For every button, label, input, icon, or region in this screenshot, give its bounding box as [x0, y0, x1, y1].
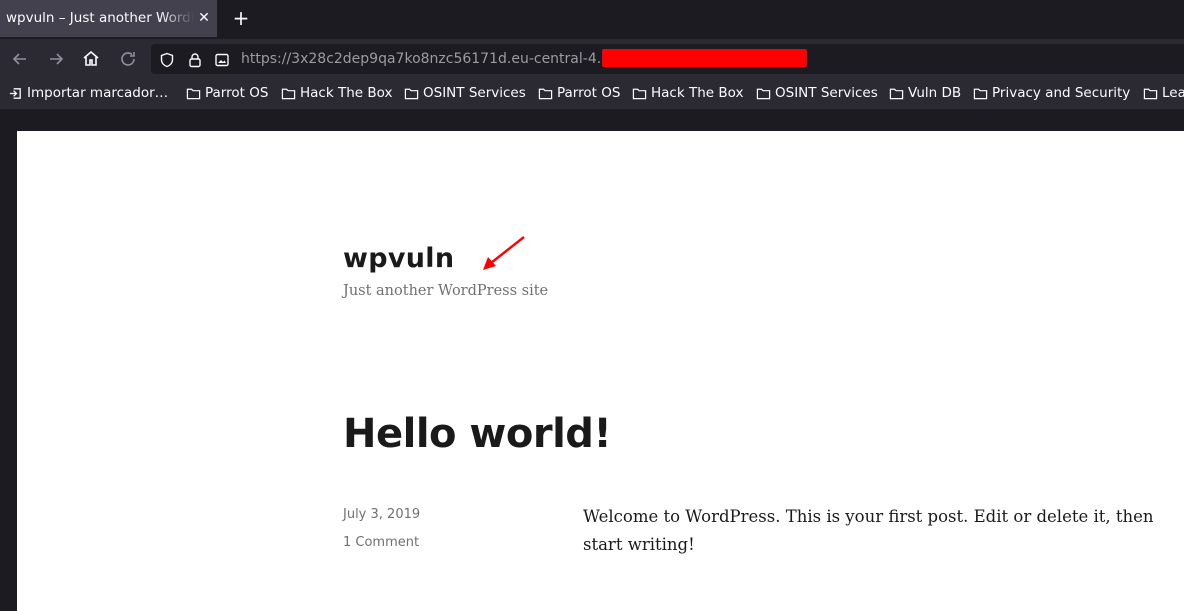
tab-strip: wpvuln – Just another WordPress site ✕ + — [0, 0, 1184, 39]
folder-icon — [889, 88, 904, 99]
url-text[interactable]: https://3x28c2dep9qa7ko8nzc56171d.eu-cen… — [241, 51, 601, 67]
shield-icon[interactable] — [159, 52, 175, 68]
reload-icon[interactable] — [118, 49, 138, 69]
folder-icon — [404, 88, 419, 99]
bookmark-label: OSINT Services — [423, 85, 526, 101]
bookmark-folder[interactable]: OSINT Services — [756, 85, 878, 101]
import-icon — [9, 87, 21, 99]
bookmark-folder[interactable]: Hack The Box — [281, 85, 392, 101]
folder-icon — [1143, 88, 1158, 99]
post-body: Welcome to WordPress. This is your first… — [583, 507, 1154, 554]
bookmark-folder[interactable]: Lea — [1143, 85, 1184, 101]
back-icon[interactable] — [10, 49, 30, 69]
post-date-link[interactable]: July 3, 2019 — [343, 507, 420, 522]
site-title-link[interactable]: wpvuln — [343, 243, 454, 274]
new-tab-icon[interactable]: + — [231, 8, 251, 28]
forward-icon[interactable] — [46, 49, 66, 69]
bookmark-label: Importar marcador… — [27, 85, 169, 101]
tab-title: wpvuln – Just another WordPress site — [6, 10, 194, 26]
bookmark-folder[interactable]: Hack The Box — [632, 85, 743, 101]
bookmark-label: OSINT Services — [775, 85, 878, 101]
bookmark-folder[interactable]: Parrot OS — [538, 85, 620, 101]
navigation-toolbar: https://3x28c2dep9qa7ko8nzc56171d.eu-cen… — [0, 39, 1184, 78]
folder-icon — [538, 88, 553, 99]
red-arrow-annotation — [483, 236, 525, 270]
folder-icon — [186, 88, 201, 99]
bookmark-folder[interactable]: Privacy and Security — [973, 85, 1130, 101]
web-page: wpvuln Just another WordPress site Hello… — [17, 131, 1184, 611]
folder-icon — [281, 88, 296, 99]
bookmark-label: Hack The Box — [300, 85, 393, 101]
bookmark-label: Parrot OS — [205, 85, 269, 101]
site-description: Just another WordPress site — [343, 283, 549, 299]
tab-close-icon[interactable]: ✕ — [196, 10, 212, 26]
redaction-bar — [602, 49, 807, 67]
post-comments-link[interactable]: 1 Comment — [343, 535, 419, 550]
bookmark-label: Vuln DB — [908, 85, 962, 101]
bookmarks-toolbar: Importar marcador… Parrot OS Hack The Bo… — [0, 78, 1184, 109]
bookmark-label: Hack The Box — [651, 85, 744, 101]
bookmark-folder[interactable]: Vuln DB — [889, 85, 961, 101]
bookmark-label: Parrot OS — [557, 85, 621, 101]
post-title-link[interactable]: Hello world! — [343, 411, 612, 457]
folder-icon — [632, 88, 647, 99]
bookmark-folder[interactable]: OSINT Services — [404, 85, 526, 101]
bookmark-label: Privacy and Security — [992, 85, 1131, 101]
folder-icon — [756, 88, 771, 99]
url-bar[interactable]: https://3x28c2dep9qa7ko8nzc56171d.eu-cen… — [151, 44, 1184, 74]
lock-icon[interactable] — [187, 52, 203, 68]
page-image-icon[interactable] — [214, 52, 230, 68]
active-tab[interactable]: wpvuln – Just another WordPress site ✕ — [0, 0, 217, 37]
bookmark-import[interactable]: Importar marcador… — [8, 85, 168, 101]
folder-icon — [973, 88, 988, 99]
bookmark-label: Lea — [1162, 85, 1184, 101]
bookmark-folder[interactable]: Parrot OS — [186, 85, 268, 101]
home-icon[interactable] — [81, 49, 101, 69]
